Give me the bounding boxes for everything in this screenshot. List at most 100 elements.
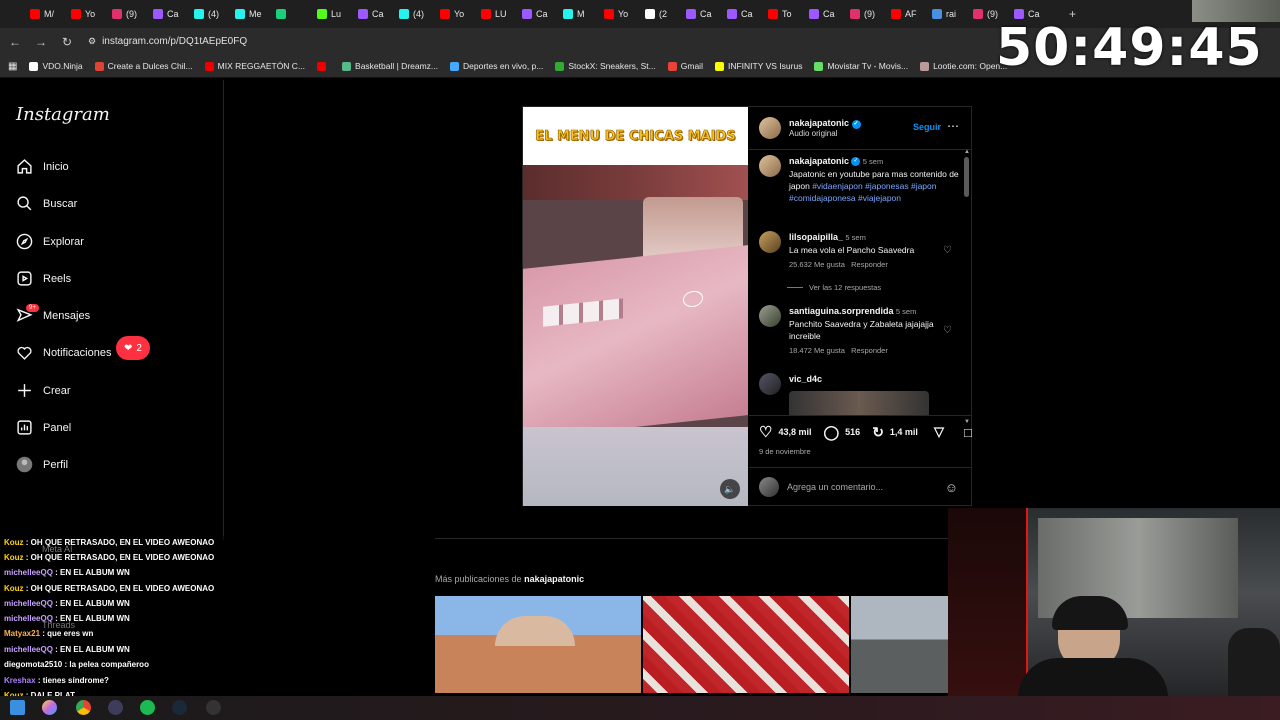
back-icon[interactable]: ←: [4, 35, 26, 49]
comment-count[interactable]: 516: [845, 427, 860, 437]
view-replies[interactable]: Ver las 12 respuestas: [787, 283, 881, 292]
sidebar-item-explorar[interactable]: Explorar: [16, 233, 84, 250]
bookmark-item[interactable]: Basketball | Dreamz...: [342, 61, 438, 71]
tab-label: rai: [946, 9, 957, 19]
browser-tab[interactable]: (9): [850, 0, 891, 28]
more-posts-author[interactable]: nakajapatonic: [524, 574, 584, 584]
bookmark-item[interactable]: Lootie.com: Open...: [920, 61, 1007, 71]
more-post-thumbnail[interactable]: [435, 596, 641, 693]
mute-icon[interactable]: 🔈: [720, 479, 740, 499]
bookmark-item[interactable]: Movistar Tv - Movis...: [814, 61, 908, 71]
browser-tab[interactable]: Ca: [358, 0, 399, 28]
bookmark-item[interactable]: Deportes en vivo, p...: [450, 61, 543, 71]
browser-tab[interactable]: (4): [194, 0, 235, 28]
comment-user[interactable]: lilsopaipilla_: [789, 232, 843, 242]
reply-button[interactable]: Responder: [851, 346, 888, 355]
comment-avatar[interactable]: [759, 373, 781, 395]
bookmark-item[interactable]: Gmail: [667, 61, 703, 71]
browser-tab[interactable]: Yo: [604, 0, 645, 28]
comment-icon[interactable]: ◯: [823, 424, 839, 441]
site-info-icon[interactable]: ⚙: [88, 36, 96, 47]
caption-author[interactable]: nakajapatonic: [789, 156, 849, 166]
comment-user[interactable]: vic_d4c: [789, 374, 822, 384]
browser-tab[interactable]: Ca: [522, 0, 563, 28]
apps-grid-icon[interactable]: ▦: [8, 61, 17, 72]
chat-message: Kouz : OH QUE RETRASADO, EN EL VIDEO AWE…: [4, 553, 214, 562]
share-icon[interactable]: ▽: [934, 424, 944, 440]
sidebar-item-buscar[interactable]: Buscar: [16, 195, 77, 212]
more-options-icon[interactable]: ⋯: [947, 119, 959, 133]
bookmark-item[interactable]: INFINITY VS Isurus: [714, 61, 802, 71]
more-post-thumbnail[interactable]: [643, 596, 849, 693]
bookmark-item[interactable]: [317, 61, 330, 71]
bookmark-item[interactable]: StockX: Sneakers, St...: [555, 61, 656, 71]
sidebar-item-threads[interactable]: Threads: [42, 620, 75, 630]
url-field[interactable]: ⚙ instagram.com/p/DQ1tAEpE0FQ: [88, 36, 247, 47]
emoji-icon[interactable]: ☺: [945, 480, 958, 495]
browser-tab[interactable]: Lu: [317, 0, 358, 28]
browser-tab[interactable]: LU: [481, 0, 522, 28]
comment-likes[interactable]: 25.632 Me gusta: [789, 260, 845, 269]
browser-tab[interactable]: [276, 0, 317, 28]
browser-tab[interactable]: (4): [399, 0, 440, 28]
follow-button[interactable]: Seguir: [913, 122, 941, 132]
notifications-badge[interactable]: ❤ 2: [116, 336, 150, 360]
comment-user[interactable]: santiaguina.sorprendida: [789, 306, 894, 316]
comment-avatar[interactable]: [759, 305, 781, 327]
browser-tab[interactable]: Ca: [153, 0, 194, 28]
browser-tab[interactable]: Ca: [727, 0, 768, 28]
bookmark-item[interactable]: MIX REGGAETÓN C...: [204, 61, 305, 71]
like-icon[interactable]: ♡: [759, 423, 772, 441]
sidebar-item-notificaciones[interactable]: Notificaciones: [16, 344, 111, 361]
bookmark-item[interactable]: Create a Dulces Chil...: [94, 61, 193, 71]
like-count[interactable]: 43,8 mil: [778, 427, 811, 437]
sidebar-item-reels[interactable]: Reels: [16, 270, 71, 287]
instagram-logo[interactable]: Instagram: [16, 104, 110, 125]
start-icon[interactable]: [10, 700, 25, 715]
repost-icon[interactable]: ↻: [872, 424, 884, 441]
comment-like-icon[interactable]: ♡: [943, 325, 952, 336]
comment-like-icon[interactable]: ♡: [943, 245, 952, 256]
more-post-thumbnail[interactable]: [851, 596, 949, 693]
repost-count[interactable]: 1,4 mil: [890, 427, 918, 437]
sidebar-item-panel[interactable]: Panel: [16, 419, 71, 436]
spotify-icon[interactable]: [140, 700, 155, 715]
author-avatar[interactable]: [759, 117, 781, 139]
browser-tab[interactable]: Me: [235, 0, 276, 28]
sidebar-item-crear[interactable]: Crear: [16, 382, 71, 399]
app-icon[interactable]: [108, 700, 123, 715]
browser-tab[interactable]: (2: [645, 0, 686, 28]
browser-tab[interactable]: Yo: [71, 0, 112, 28]
copilot-icon[interactable]: [42, 700, 57, 715]
caption-avatar[interactable]: [759, 155, 781, 177]
caption-tags[interactable]: #vidaenjapon #japonesas #japon #comidaja…: [789, 181, 937, 203]
comments-scrollbar[interactable]: ▲ ▼: [964, 149, 970, 425]
reload-icon[interactable]: ↻: [56, 35, 78, 49]
post-video[interactable]: EL MENU DE CHICAS MAIDS 🔈: [523, 107, 748, 506]
browser-tab[interactable]: Ca: [686, 0, 727, 28]
browser-tab[interactable]: Yo: [440, 0, 481, 28]
browser-tab[interactable]: rai: [932, 0, 973, 28]
browser-tab[interactable]: Ca: [809, 0, 850, 28]
audio-label[interactable]: Audio original: [789, 129, 861, 138]
author-name[interactable]: nakajapatonic: [789, 118, 849, 128]
browser-tab[interactable]: (9): [112, 0, 153, 28]
comment-input[interactable]: Agrega un comentario... ☺: [749, 467, 972, 506]
comment-image[interactable]: [789, 391, 929, 415]
browser-tab[interactable]: M/: [30, 0, 71, 28]
browser-tab[interactable]: To: [768, 0, 809, 28]
sidebar-item-inicio[interactable]: Inicio: [16, 158, 69, 175]
forward-icon[interactable]: →: [30, 35, 52, 49]
sidebar-item-perfil[interactable]: Perfil: [16, 456, 68, 473]
save-icon[interactable]: □: [964, 425, 972, 440]
comment-likes[interactable]: 18.472 Me gusta: [789, 346, 845, 355]
chrome-icon[interactable]: [76, 700, 91, 715]
browser-tab[interactable]: AF: [891, 0, 932, 28]
reply-button[interactable]: Responder: [851, 260, 888, 269]
comment-avatar[interactable]: [759, 231, 781, 253]
sidebar-item-meta-ai[interactable]: Meta AI: [42, 544, 73, 554]
browser-tab[interactable]: M: [563, 0, 604, 28]
obs-icon[interactable]: [206, 700, 221, 715]
steam-icon[interactable]: [172, 700, 187, 715]
bookmark-item[interactable]: VDO.Ninja: [29, 61, 83, 71]
